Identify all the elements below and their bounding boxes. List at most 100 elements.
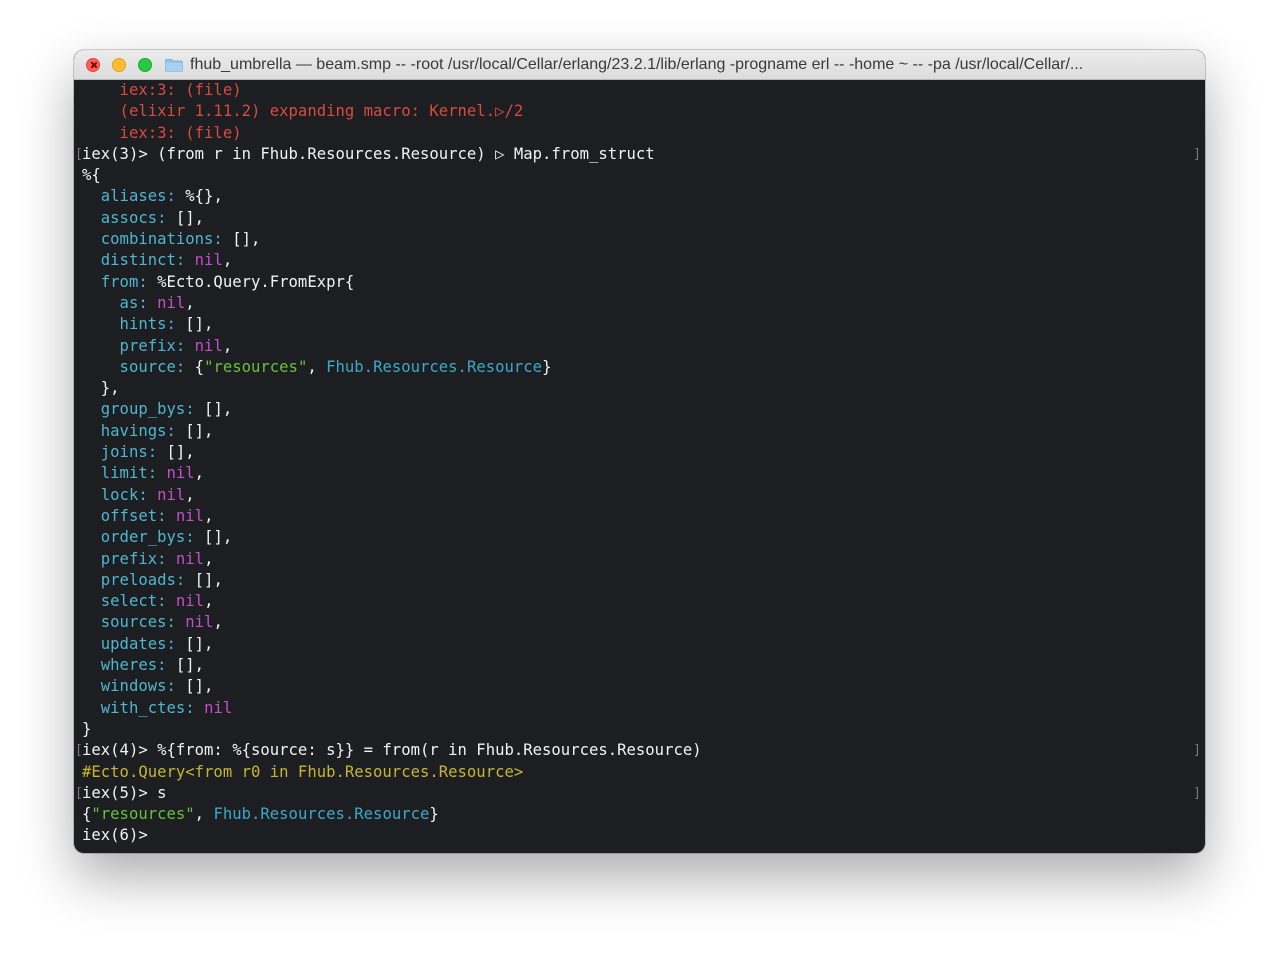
text-segment: iex(4)> %{from: %{source: s}} = from(r i… [82, 741, 702, 760]
output-line: assocs: [], [82, 208, 1197, 229]
text-segment: distinct: [82, 251, 186, 270]
output-line: lock: nil, [82, 485, 1197, 506]
text-segment: %{ [82, 166, 101, 185]
text-segment: , [194, 464, 205, 483]
title-bar[interactable]: fhub_umbrella — beam.smp -- -root /usr/l… [74, 50, 1205, 80]
output-line: distinct: nil, [82, 250, 1197, 271]
text-segment: iex(5)> s [82, 783, 167, 802]
text-segment: } [429, 805, 439, 824]
output-line: preloads: [], [82, 570, 1197, 591]
text-segment: nil [175, 592, 205, 611]
output-line: #Ecto.Query<from r0 in Fhub.Resources.Re… [82, 762, 1197, 783]
text-segment: [], [157, 443, 195, 462]
text-segment: , [194, 805, 214, 824]
text-segment: updates: [82, 634, 176, 653]
text-segment: [], [194, 528, 233, 547]
output-line: order_bys: [], [82, 527, 1197, 548]
text-segment: iex:3: (file) [82, 81, 242, 99]
terminal-output[interactable]: iex:3: (file) (elixir 1.11.2) expanding … [74, 80, 1205, 853]
output-line: source: {"resources", Fhub.Resources.Res… [82, 357, 1197, 378]
output-line: select: nil, [82, 591, 1197, 612]
prompt-line: [] iex(5)> s [75, 783, 1201, 804]
text-segment: , [222, 336, 233, 355]
text-segment: nil [175, 549, 205, 568]
text-segment: { [82, 805, 92, 824]
text-segment: , [185, 293, 195, 312]
text-segment: with_ctes: [82, 698, 195, 717]
text-segment [148, 486, 157, 504]
text-segment: [], [166, 208, 205, 227]
text-segment: as: [82, 293, 148, 312]
text-segment: , [204, 506, 214, 525]
text-segment: [], [175, 677, 214, 696]
text-segment: "resources" [91, 805, 195, 824]
close-button[interactable] [86, 58, 100, 72]
line-mark-right: ] [1193, 785, 1201, 801]
text-segment: hints: [82, 315, 176, 334]
line-mark-left: [ [75, 743, 83, 759]
text-segment: } [542, 357, 552, 376]
output-line: iex:3: (file) [82, 123, 1197, 144]
output-line: with_ctes: nil [82, 698, 1197, 719]
text-segment [176, 613, 185, 631]
text-segment: nil [194, 336, 223, 355]
output-line: as: nil, [82, 293, 1197, 314]
output-line: offset: nil, [82, 506, 1197, 527]
text-segment: [], [166, 656, 205, 675]
text-segment: , [185, 485, 195, 504]
text-segment: [], [222, 230, 261, 249]
output-line: prefix: nil, [82, 549, 1197, 570]
text-segment [185, 337, 194, 355]
output-line: updates: [], [82, 634, 1197, 655]
text-segment: [], [194, 400, 233, 419]
text-segment: prefix: [82, 336, 186, 355]
text-segment: "resources" [204, 357, 308, 376]
output-line: limit: nil, [82, 463, 1197, 484]
text-segment: limit: [82, 464, 158, 483]
text-segment: , [222, 251, 233, 270]
text-segment: preloads: [82, 570, 186, 589]
text-segment: %Ecto.Query.FromExpr{ [147, 272, 355, 291]
terminal-window: fhub_umbrella — beam.smp -- -root /usr/l… [74, 50, 1205, 853]
line-mark-right: ] [1193, 743, 1201, 759]
text-segment: nil [185, 613, 214, 632]
text-segment: }, [82, 379, 120, 398]
text-segment: nil [194, 251, 223, 270]
text-segment: prefix: [82, 549, 167, 568]
text-segment: (elixir 1.11.2) expanding macro: Kernel.… [82, 102, 524, 121]
output-line: combinations: [], [82, 229, 1197, 250]
text-segment: , [213, 613, 223, 632]
zoom-button[interactable] [138, 58, 152, 72]
text-segment: [], [175, 315, 214, 334]
output-line: (elixir 1.11.2) expanding macro: Kernel.… [82, 101, 1197, 122]
text-segment: [], [175, 421, 214, 440]
text-segment [167, 550, 176, 568]
text-segment: nil [204, 698, 233, 717]
output-line: } [82, 719, 1197, 740]
text-segment: iex(3)> (from r in Fhub.Resources.Resour… [82, 144, 655, 163]
text-segment: iex:3: (file) [82, 123, 242, 142]
output-line: sources: nil, [82, 612, 1197, 633]
minimize-button[interactable] [112, 58, 126, 72]
text-segment: nil [157, 293, 186, 312]
text-segment: source: [82, 357, 186, 376]
output-line: iex:3: (file) [82, 80, 1197, 101]
text-segment: { [185, 357, 205, 376]
text-segment: assocs: [82, 208, 167, 227]
text-segment: select: [82, 592, 167, 611]
text-segment [195, 699, 204, 717]
text-segment: offset: [82, 506, 167, 525]
text-segment: Fhub.Resources.Resource [326, 357, 543, 376]
line-mark-right: ] [1193, 146, 1201, 162]
text-segment: nil [175, 506, 205, 525]
output-line: joins: [], [82, 442, 1197, 463]
text-segment: windows: [82, 677, 176, 696]
line-mark-left: [ [75, 146, 83, 162]
output-line: prefix: nil, [82, 336, 1197, 357]
text-segment: , [307, 357, 327, 376]
text-segment [167, 592, 176, 610]
output-line: havings: [], [82, 421, 1197, 442]
output-line: iex(6)> [82, 825, 1197, 846]
text-segment: Fhub.Resources.Resource [213, 805, 430, 824]
output-line: aliases: %{}, [82, 186, 1197, 207]
